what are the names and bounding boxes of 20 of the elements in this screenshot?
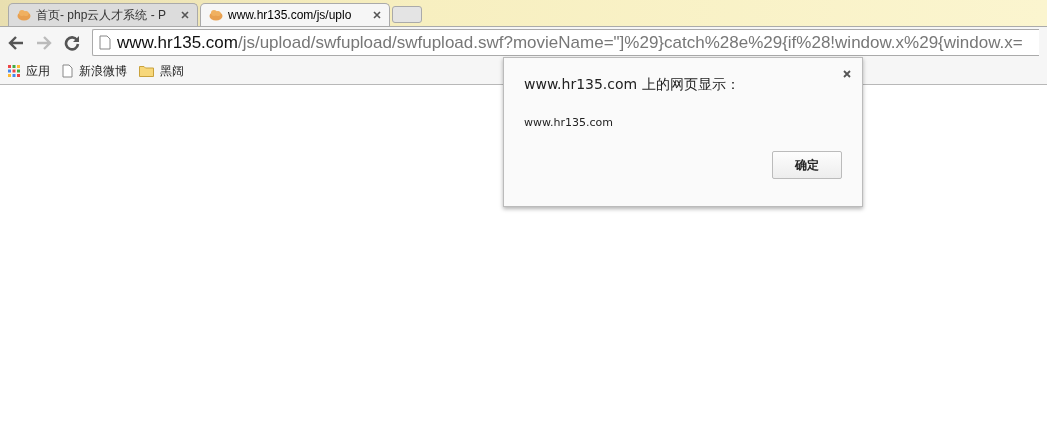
address-bar[interactable]: www.hr135.com/js/upload/swfupload/swfupload.swf?movieName="]%29}catch%28e%29{if%28!window.x%29{window.x= — [92, 29, 1039, 56]
folder-icon — [139, 65, 154, 77]
browser-tab[interactable]: www.hr135.com/js/uplo — [200, 3, 390, 26]
page-icon — [99, 35, 111, 50]
bookmark-item[interactable]: 黑阔 — [139, 62, 184, 80]
page-icon — [62, 64, 73, 78]
close-icon[interactable] — [181, 11, 189, 19]
reload-icon[interactable] — [64, 34, 80, 51]
bookmark-item[interactable]: 新浪微博 — [62, 62, 127, 80]
ok-button[interactable]: 确定 — [772, 151, 842, 179]
close-icon[interactable] — [843, 70, 851, 78]
back-icon[interactable] — [8, 35, 24, 50]
apps-grid-icon — [8, 65, 20, 77]
dialog-message: www.hr135.com — [524, 116, 614, 129]
browser-tab[interactable]: 首页- php云人才系统 - P — [8, 3, 198, 26]
bookmark-item[interactable]: 应用 — [8, 62, 50, 80]
cloud-icon — [17, 9, 31, 21]
close-icon[interactable] — [373, 11, 381, 19]
dialog-title: www.hr135.com 上的网页显示： — [524, 76, 741, 94]
cloud-icon — [209, 9, 223, 21]
